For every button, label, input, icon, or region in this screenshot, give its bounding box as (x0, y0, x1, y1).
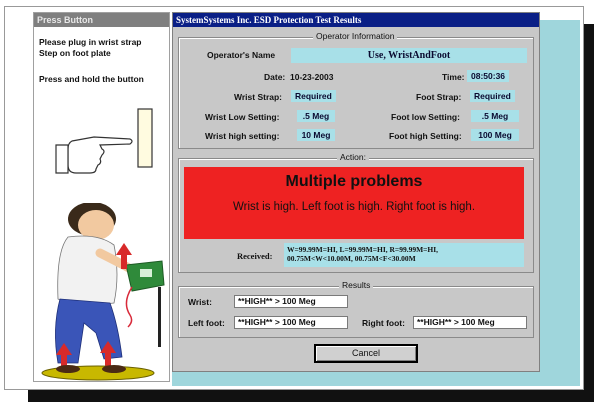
wrist-low-setting-value: .5 Meg (297, 110, 335, 122)
foot-low-setting-value: .5 Meg (471, 110, 519, 122)
action-headline: Multiple problems (285, 173, 423, 190)
received-readings-line-1: W=99.99M=HI, L=99.99M=HI, R=99.99M=HI, (287, 245, 439, 254)
wrist-result-label: Wrist: (188, 297, 212, 307)
foot-low-setting-label: Foot low Setting: (391, 112, 460, 122)
instruction-window: Press Button Please plug in wrist strap … (33, 12, 170, 382)
action-legend: Action: (337, 152, 369, 162)
results-group: Results Wrist: **HIGH** > 100 Meg Left f… (178, 280, 534, 338)
desktop-background-right (540, 20, 580, 382)
time-label: Time: (442, 72, 465, 82)
results-legend: Results (339, 280, 374, 290)
action-message: Wrist is high. Left foot is high. Right … (232, 201, 476, 213)
action-group: Action: Multiple problems Wrist is high.… (178, 152, 534, 273)
foot-strap-label: Foot Strap: (416, 92, 462, 102)
foot-strap-value: Required (470, 90, 515, 102)
instruction-window-title: Press Button (34, 13, 169, 27)
right-foot-result-label: Right foot: (362, 318, 405, 328)
wrist-strap-value: Required (291, 90, 336, 102)
operator-name-label: Operator's Name (207, 50, 276, 60)
right-foot-result-field: **HIGH** > 100 Meg (413, 316, 527, 329)
action-alert-panel: Multiple problems Wrist is high. Left fo… (184, 167, 524, 239)
instruction-press-button: Press and hold the button (39, 74, 144, 84)
test-results-window: SystemSystems Inc. ESD Protection Test R… (172, 12, 540, 372)
received-readings: W=99.99M=HI, L=99.99M=HI, R=99.99M=HI, 0… (284, 243, 524, 267)
wrist-low-setting-label: Wrist Low Setting: (205, 112, 280, 122)
foot-high-setting-value: 100 Meg (471, 129, 519, 141)
desktop-background-bottom (172, 372, 580, 386)
test-button-icon (137, 108, 153, 168)
left-foot-result-label: Left foot: (188, 318, 225, 328)
foot-high-setting-label: Foot high Setting: (389, 131, 462, 141)
cancel-button[interactable]: Cancel (314, 344, 418, 363)
received-readings-line-2: 00.75M<W<10.00M, 00.75M<F<30.00M (287, 254, 416, 263)
wrist-high-setting-value: 10 Meg (297, 129, 335, 141)
left-foot-result-field: **HIGH** > 100 Meg (234, 316, 348, 329)
date-value: 10-23-2003 (290, 72, 334, 82)
pointing-hand-icon (55, 136, 133, 174)
received-label: Received: (237, 251, 273, 261)
wrist-result-field: **HIGH** > 100 Meg (234, 295, 348, 308)
test-results-window-title: SystemSystems Inc. ESD Protection Test R… (173, 13, 539, 27)
operator-information-group: Operator Information Operator's Name Use… (178, 31, 534, 149)
wrist-high-setting-label: Wrist high setting: (205, 131, 280, 141)
wrist-strap-label: Wrist Strap: (234, 92, 283, 102)
instruction-wrist-strap: Please plug in wrist strap (39, 37, 142, 47)
press-button-illustration[interactable] (54, 101, 164, 201)
instruction-foot-plate: Step on foot plate (39, 48, 111, 58)
date-label: Date: (264, 72, 286, 82)
operator-name-value: Use, WristAndFoot (291, 48, 527, 63)
time-value: 08:50:36 (467, 70, 510, 82)
person-on-foot-plate-illustration (34, 202, 171, 381)
operator-information-legend: Operator Information (313, 31, 398, 41)
